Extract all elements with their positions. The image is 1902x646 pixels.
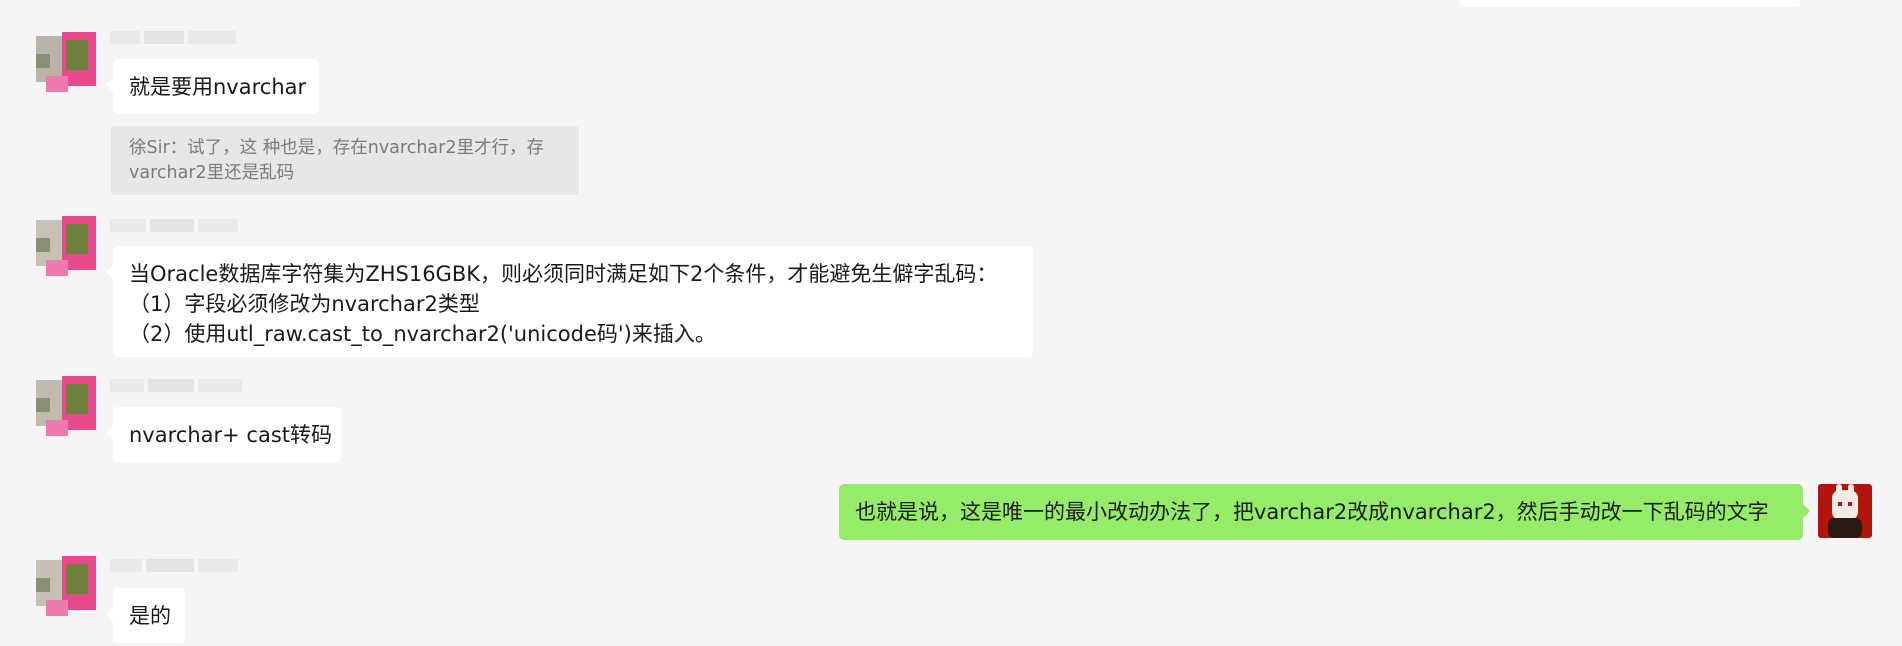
message-text: nvarchar+ cast转码 <box>129 423 332 447</box>
chat-area: 就是要用nvarchar 徐Sir：试了，这 种也是，存在nvarchar2里才… <box>0 0 1902 646</box>
outgoing-message-bubble[interactable]: 也就是说，这是唯一的最小改动办法了，把varchar2改成nvarchar2，然… <box>839 484 1810 540</box>
sender-avatar[interactable] <box>36 376 96 436</box>
quoted-reply[interactable]: 徐Sir：试了，这 种也是，存在nvarchar2里才行，存 varchar2里… <box>111 126 579 195</box>
message-bubble[interactable]: 是的 <box>106 588 185 643</box>
sender-avatar[interactable] <box>36 216 96 276</box>
sender-name-blurred <box>110 28 252 46</box>
sender-avatar[interactable] <box>36 32 96 92</box>
message-text-line: （2）使用utl_raw.cast_to_nvarchar2('unicode码… <box>129 322 716 346</box>
message-text-line: （1）字段必须修改为nvarchar2类型 <box>129 292 480 316</box>
sender-name-blurred <box>110 556 252 574</box>
message-text: 是的 <box>129 604 171 628</box>
quote-text-line: 徐Sir：试了，这 种也是，存在nvarchar2里才行，存 <box>129 138 544 158</box>
message-bubble[interactable]: 当Oracle数据库字符集为ZHS16GBK，则必须同时满足如下2个条件，才能避… <box>106 246 1033 357</box>
previous-message-bubble <box>1460 0 1800 7</box>
message-text: 也就是说，这是唯一的最小改动办法了，把varchar2改成nvarchar2，然… <box>855 500 1769 524</box>
message-bubble[interactable]: 就是要用nvarchar <box>106 59 319 114</box>
my-avatar[interactable] <box>1818 484 1872 538</box>
message-text: 就是要用nvarchar <box>129 75 307 99</box>
message-bubble[interactable]: nvarchar+ cast转码 <box>106 407 341 462</box>
quote-text-line: varchar2里还是乱码 <box>129 163 295 183</box>
message-text-line: 当Oracle数据库字符集为ZHS16GBK，则必须同时满足如下2个条件，才能避… <box>129 262 998 286</box>
sender-name-blurred <box>110 376 252 394</box>
sender-name-blurred <box>110 216 252 234</box>
sender-avatar[interactable] <box>36 556 96 616</box>
